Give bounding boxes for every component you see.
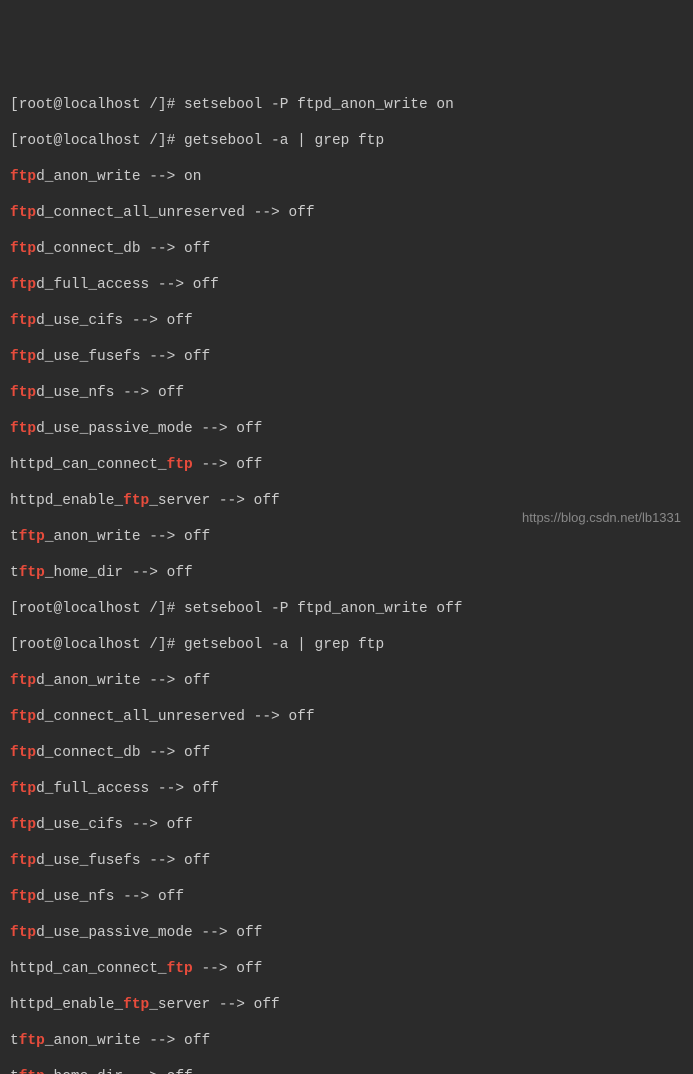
sebool-line: ftpd_use_cifs --> off: [10, 816, 683, 834]
sebool-line: ftpd_full_access --> off: [10, 780, 683, 798]
sebool-line: ftpd_use_passive_mode --> off: [10, 924, 683, 942]
sebool-line: httpd_can_connect_ftp --> off: [10, 960, 683, 978]
sebool-line: ftpd_use_cifs --> off: [10, 312, 683, 330]
sebool-line: ftpd_full_access --> off: [10, 276, 683, 294]
command-text: getsebool -a | grep ftp: [184, 133, 384, 149]
sebool-line: tftp_anon_write --> off: [10, 528, 683, 546]
command-text: setsebool -P ftpd_anon_write on: [184, 97, 454, 113]
command-line: [root@localhost /]# setsebool -P ftpd_an…: [10, 96, 683, 114]
prompt: [root@localhost /]#: [10, 601, 175, 617]
terminal-output: [root@localhost /]# setsebool -P ftpd_an…: [10, 78, 683, 1074]
grep-match: ftp: [19, 529, 45, 545]
grep-match: ftp: [167, 961, 193, 977]
grep-match: ftp: [167, 457, 193, 473]
grep-match: ftp: [10, 169, 36, 185]
sebool-line: tftp_anon_write --> off: [10, 1032, 683, 1050]
sebool-line: ftpd_use_passive_mode --> off: [10, 420, 683, 438]
command-line: [root@localhost /]# getsebool -a | grep …: [10, 636, 683, 654]
sebool-line: tftp_home_dir --> off: [10, 564, 683, 582]
grep-match: ftp: [10, 925, 36, 941]
grep-match: ftp: [123, 997, 149, 1013]
sebool-line: ftpd_use_fusefs --> off: [10, 852, 683, 870]
sebool-line: httpd_can_connect_ftp --> off: [10, 456, 683, 474]
grep-match: ftp: [10, 709, 36, 725]
command-text: getsebool -a | grep ftp: [184, 637, 384, 653]
watermark: https://blog.csdn.net/lb1331: [522, 509, 681, 527]
sebool-line: ftpd_anon_write --> on: [10, 168, 683, 186]
command-text: setsebool -P ftpd_anon_write off: [184, 601, 462, 617]
sebool-line: ftpd_connect_db --> off: [10, 744, 683, 762]
grep-match: ftp: [10, 673, 36, 689]
grep-match: ftp: [10, 421, 36, 437]
grep-match: ftp: [10, 817, 36, 833]
grep-match: ftp: [10, 349, 36, 365]
grep-match: ftp: [19, 565, 45, 581]
grep-match: ftp: [10, 781, 36, 797]
sebool-line: ftpd_use_nfs --> off: [10, 888, 683, 906]
grep-match: ftp: [10, 889, 36, 905]
sebool-line: ftpd_use_fusefs --> off: [10, 348, 683, 366]
grep-match: ftp: [10, 241, 36, 257]
sebool-line: ftpd_connect_db --> off: [10, 240, 683, 258]
grep-match: ftp: [10, 277, 36, 293]
grep-match: ftp: [19, 1069, 45, 1074]
grep-match: ftp: [10, 745, 36, 761]
sebool-line: ftpd_connect_all_unreserved --> off: [10, 708, 683, 726]
sebool-line: httpd_enable_ftp_server --> off: [10, 996, 683, 1014]
sebool-line: tftp_home_dir --> off: [10, 1068, 683, 1074]
prompt: [root@localhost /]#: [10, 133, 175, 149]
sebool-line: ftpd_anon_write --> off: [10, 672, 683, 690]
grep-match: ftp: [10, 313, 36, 329]
prompt: [root@localhost /]#: [10, 637, 175, 653]
sebool-line: ftpd_use_nfs --> off: [10, 384, 683, 402]
grep-match: ftp: [123, 493, 149, 509]
sebool-line: ftpd_connect_all_unreserved --> off: [10, 204, 683, 222]
prompt: [root@localhost /]#: [10, 97, 175, 113]
command-line: [root@localhost /]# getsebool -a | grep …: [10, 132, 683, 150]
grep-match: ftp: [10, 853, 36, 869]
grep-match: ftp: [10, 205, 36, 221]
grep-match: ftp: [10, 385, 36, 401]
sebool-line: httpd_enable_ftp_server --> off: [10, 492, 683, 510]
grep-match: ftp: [19, 1033, 45, 1049]
command-line: [root@localhost /]# setsebool -P ftpd_an…: [10, 600, 683, 618]
